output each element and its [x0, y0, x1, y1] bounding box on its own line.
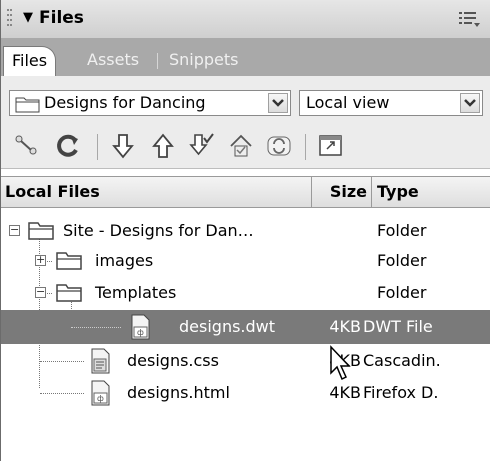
tab-snippets[interactable]: Snippets — [161, 46, 247, 76]
column-type[interactable]: Type — [377, 177, 419, 207]
css-file-icon — [91, 348, 110, 374]
svg-text:ф: ф — [137, 328, 144, 337]
file-type: Folder — [377, 283, 427, 302]
file-type: Cascadin. — [363, 351, 441, 370]
options-menu-icon[interactable] — [457, 9, 481, 29]
folder-open-icon — [28, 222, 54, 240]
collapse-toggle-icon[interactable]: − — [9, 224, 20, 236]
grip-icon[interactable] — [7, 9, 13, 29]
file-name: designs.css — [127, 351, 219, 370]
view-select[interactable]: Local view — [299, 90, 483, 116]
file-name: designs.dwt — [179, 317, 276, 336]
folder-icon — [15, 97, 40, 113]
svg-text:ф: ф — [97, 394, 104, 403]
file-name: Site - Designs for Dan… — [63, 221, 254, 240]
tab-files[interactable]: Files — [3, 46, 57, 77]
mouse-cursor-icon — [330, 345, 351, 381]
check-out-icon[interactable] — [187, 132, 215, 160]
folder-icon — [56, 252, 82, 270]
column-divider[interactable] — [311, 177, 312, 207]
file-name: images — [95, 251, 154, 270]
folder-open-icon — [56, 284, 82, 302]
collapse-toggle-icon[interactable]: − — [35, 286, 46, 298]
column-divider[interactable] — [371, 177, 372, 207]
check-in-icon[interactable] — [227, 132, 255, 160]
chevron-down-icon[interactable] — [460, 93, 480, 113]
html-file-icon: ф — [91, 380, 110, 406]
file-name: Templates — [95, 283, 177, 302]
file-type: Firefox D. — [363, 383, 439, 402]
column-header: Local Files Size Type — [1, 176, 490, 208]
get-icon[interactable] — [109, 132, 137, 160]
list-item[interactable]: − Templates Folder — [1, 276, 490, 310]
toolbar-area: Designs for Dancing Local view — [1, 76, 490, 169]
tab-strip: Files Assets Snippets — [1, 38, 490, 77]
file-name: designs.html — [127, 383, 230, 402]
put-icon[interactable] — [149, 132, 177, 160]
list-item[interactable]: − Site - Designs for Dan… Folder — [1, 214, 490, 248]
tab-divider — [157, 53, 158, 69]
file-type: Folder — [377, 251, 427, 270]
toolbar-divider — [305, 134, 306, 160]
chevron-down-icon[interactable] — [268, 93, 288, 113]
dwt-file-icon: ф — [131, 314, 150, 340]
list-item[interactable]: ф designs.html 4KB Firefox D. — [1, 376, 490, 410]
list-item[interactable]: + images Folder — [1, 244, 490, 278]
synchronize-icon[interactable] — [265, 132, 293, 160]
panel-header[interactable]: ▼ Files — [1, 0, 490, 39]
expand-toggle-icon[interactable]: + — [35, 254, 46, 266]
tab-assets[interactable]: Assets — [79, 46, 147, 76]
column-local-files[interactable]: Local Files — [5, 177, 100, 207]
panel-title[interactable]: ▼ Files — [23, 8, 84, 28]
files-panel: ▼ Files Files Assets Snippets Designs for… — [0, 0, 490, 461]
connect-icon[interactable] — [13, 132, 41, 160]
site-select[interactable]: Designs for Dancing — [9, 90, 291, 116]
file-type: DWT File — [363, 317, 433, 336]
collapse-triangle-icon[interactable]: ▼ — [23, 10, 33, 25]
refresh-icon[interactable] — [55, 132, 83, 160]
list-item-selected[interactable]: ф designs.dwt 4KB DWT File — [1, 310, 490, 344]
expand-icon[interactable] — [317, 132, 345, 160]
file-type: Folder — [377, 221, 427, 240]
file-size: 4KB — [329, 317, 361, 336]
toolbar-divider — [97, 134, 98, 160]
list-item[interactable]: designs.css 4KB Cascadin. — [1, 344, 490, 378]
column-size[interactable]: Size — [317, 177, 367, 207]
